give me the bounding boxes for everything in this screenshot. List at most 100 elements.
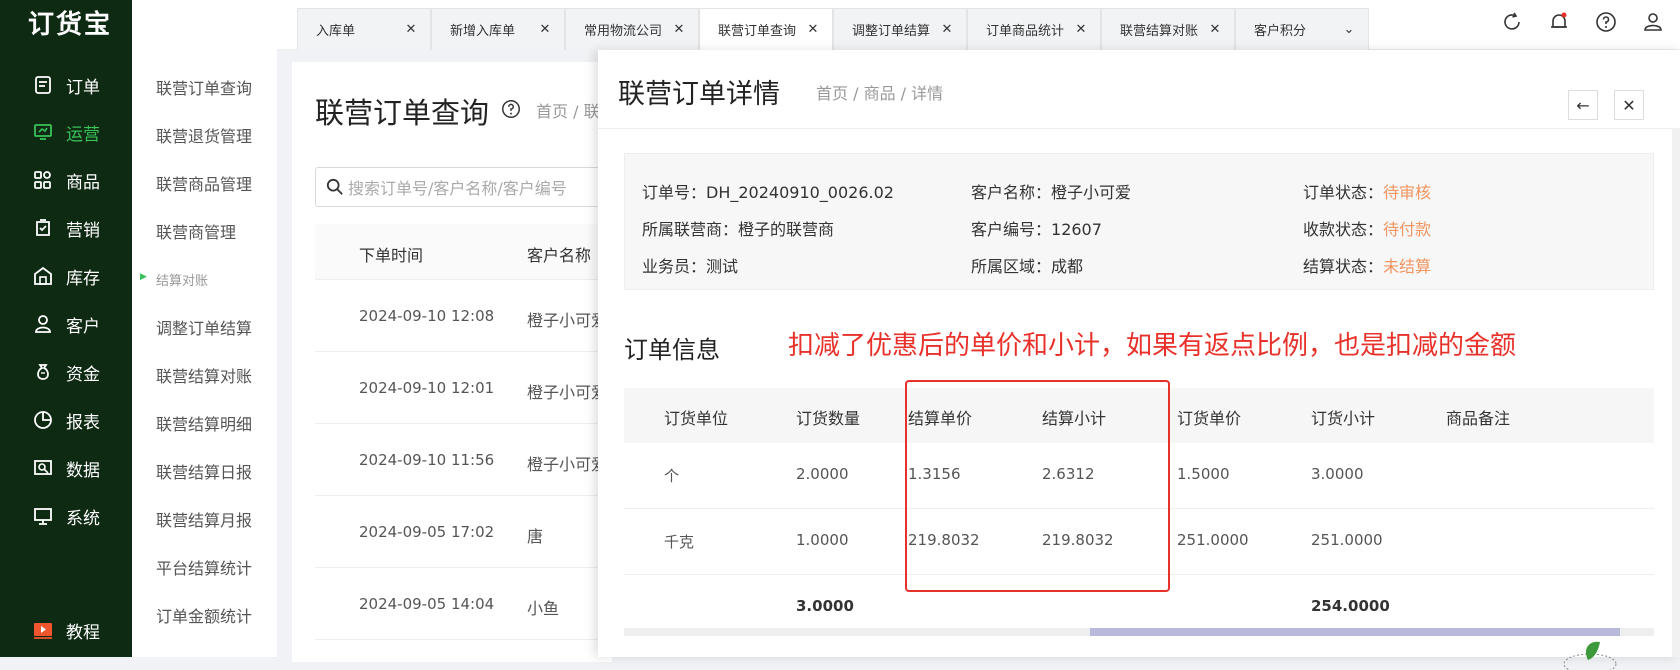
nav-item-goods[interactable]: 商品 xyxy=(0,160,132,200)
nav-item-system[interactable]: 系统 xyxy=(0,496,132,536)
tab-active[interactable]: 联营订单查询 ✕ xyxy=(699,8,833,50)
order-time: 2024-09-05 14:04 xyxy=(359,595,495,613)
chevron-down-icon[interactable]: ⌄ xyxy=(1339,20,1359,40)
table-row[interactable]: 2024-09-10 12:08 橙子小可爱 xyxy=(315,280,615,352)
breadcrumb[interactable]: 首页 / 联 xyxy=(536,98,600,122)
table-row[interactable]: 2024-09-05 14:04 小鱼 xyxy=(315,568,615,640)
scrollbar-thumb[interactable] xyxy=(1090,628,1620,636)
close-icon[interactable]: ✕ xyxy=(1071,20,1091,40)
info-pay-status: 收款状态：待付款 xyxy=(1303,220,1432,239)
highlight-box xyxy=(905,380,1170,592)
cell-subtotal: 3.0000 xyxy=(1311,465,1364,483)
nav-label: 教程 xyxy=(66,622,100,643)
nav-item-funds[interactable]: 资金 xyxy=(0,352,132,392)
nav-label: 订单 xyxy=(66,77,100,98)
grid-icon xyxy=(32,169,54,191)
vertical-scrollbar[interactable] xyxy=(1672,128,1680,657)
refresh-icon[interactable] xyxy=(1500,10,1524,34)
user-icon xyxy=(32,313,54,335)
tab-label: 入库单 xyxy=(316,24,356,39)
user-icon[interactable] xyxy=(1641,10,1665,34)
column-header: 订货小计 xyxy=(1311,409,1376,428)
tab[interactable]: 入库单 ✕ xyxy=(297,8,431,50)
caret-right-icon: ▶ xyxy=(140,272,147,282)
submenu-item[interactable]: 联营订单查询 xyxy=(156,75,252,99)
nav-label: 运营 xyxy=(66,124,100,145)
close-button[interactable]: ✕ xyxy=(1614,90,1644,120)
tab[interactable]: 新增入库单 ✕ xyxy=(431,8,565,50)
submenu-item[interactable]: 联营结算明细 xyxy=(156,411,252,435)
cell-qty: 2.0000 xyxy=(796,465,849,483)
tab-label: 调整订单结算 xyxy=(852,24,931,39)
info-settle-status: 结算状态：未结算 xyxy=(1303,257,1432,276)
help-icon[interactable] xyxy=(1594,10,1618,34)
tab-label: 常用物流公司 xyxy=(584,24,663,39)
order-info-box: 订单号：DH_20240910_0026.02 所属联营商：橙子的联营商 业务员… xyxy=(624,153,1654,290)
tab[interactable]: 联营结算对账 ✕ xyxy=(1101,8,1235,50)
nav-item-reports[interactable]: 报表 xyxy=(0,400,132,440)
submenu-item[interactable]: 联营商品管理 xyxy=(156,171,252,195)
tab-bar: 入库单 ✕ 新增入库单 ✕ 常用物流公司 ✕ 联营订单查询 ✕ 调整订单结算 ✕ 订单商品… xyxy=(277,0,1680,50)
nav-item-tutorial[interactable]: 教程 xyxy=(0,610,132,650)
nav-item-operations[interactable]: 运营 xyxy=(0,112,132,152)
divider xyxy=(598,128,1680,129)
column-header: 订货数量 xyxy=(796,409,861,428)
submenu-item[interactable]: 联营商管理 xyxy=(156,219,236,243)
tab-label: 新增入库单 xyxy=(450,24,516,39)
close-icon[interactable]: ✕ xyxy=(1205,20,1225,40)
help-icon[interactable] xyxy=(500,98,522,120)
bell-icon[interactable] xyxy=(1547,10,1571,34)
close-icon[interactable]: ✕ xyxy=(669,20,689,40)
order-time: 2024-09-10 12:08 xyxy=(359,307,495,325)
nav-item-customer[interactable]: 客户 xyxy=(0,304,132,344)
table-row[interactable]: 2024-09-10 11:56 橙子小可爱 xyxy=(315,424,615,496)
drawer-breadcrumb[interactable]: 首页 / 商品 / 详情 xyxy=(816,80,943,104)
minimize-button[interactable]: ← xyxy=(1568,90,1598,120)
submenu-item[interactable]: 订单金额统计 xyxy=(156,603,252,627)
tab-label: 客户积分 xyxy=(1254,24,1307,39)
submenu-item[interactable]: 联营退货管理 xyxy=(156,123,252,147)
leaf-decoration-icon xyxy=(1563,641,1617,670)
nav-label: 资金 xyxy=(66,364,100,385)
column-header: 下单时间 xyxy=(359,246,424,265)
submenu-item[interactable]: 调整订单结算 xyxy=(156,315,252,339)
tab[interactable]: 调整订单结算 ✕ xyxy=(833,8,967,50)
close-icon[interactable]: ✕ xyxy=(535,20,555,40)
cell-price: 251.0000 xyxy=(1177,531,1249,549)
order-time: 2024-09-10 12:01 xyxy=(359,379,495,397)
marketing-icon xyxy=(32,217,54,239)
info-order-no: 订单号：DH_20240910_0026.02 xyxy=(642,183,894,202)
table-row[interactable]: 2024-09-05 17:02 唐 xyxy=(315,496,615,568)
nav-label: 系统 xyxy=(66,508,100,529)
tab[interactable]: 常用物流公司 ✕ xyxy=(565,8,699,50)
order-icon xyxy=(32,74,54,96)
nav-label: 库存 xyxy=(66,268,100,289)
submenu-item[interactable]: 联营结算月报 xyxy=(156,507,252,531)
nav-label: 商品 xyxy=(66,172,100,193)
status-badge: 未结算 xyxy=(1383,257,1432,276)
submenu-group-label[interactable]: 结算对账 xyxy=(156,270,208,289)
nav-item-data[interactable]: 数据 xyxy=(0,448,132,488)
close-icon[interactable]: ✕ xyxy=(401,20,421,40)
cell-price: 1.5000 xyxy=(1177,465,1230,483)
nav-item-marketing[interactable]: 营销 xyxy=(0,208,132,248)
horizontal-scrollbar[interactable] xyxy=(624,628,1654,636)
search-icon xyxy=(326,178,343,195)
table-row[interactable]: 2024-09-10 12:01 橙子小可爱 xyxy=(315,352,615,424)
section-title: 订单信息 xyxy=(624,336,720,364)
close-icon[interactable]: ✕ xyxy=(937,20,957,40)
tab[interactable]: 客户积分 ⌄ xyxy=(1235,8,1369,50)
nav-item-inventory[interactable]: 库存 xyxy=(0,256,132,296)
cell-subtotal: 251.0000 xyxy=(1311,531,1383,549)
cell-qty: 1.0000 xyxy=(796,531,849,549)
submenu-item[interactable]: 联营结算日报 xyxy=(156,459,252,483)
close-icon[interactable]: ✕ xyxy=(803,20,823,40)
nav-item-order[interactable]: 订单 xyxy=(0,65,132,105)
search-input[interactable]: 搜索订单号/客户名称/客户编号 xyxy=(315,167,615,207)
list-header: 下单时间 客户名称 xyxy=(315,224,615,280)
tab[interactable]: 订单商品统计 ✕ xyxy=(967,8,1101,50)
submenu-item[interactable]: 联营结算对账 xyxy=(156,363,252,387)
monitor-icon xyxy=(32,505,54,527)
submenu-item[interactable]: 平台结算统计 xyxy=(156,555,252,579)
arrow-left-icon: ← xyxy=(1576,95,1590,115)
